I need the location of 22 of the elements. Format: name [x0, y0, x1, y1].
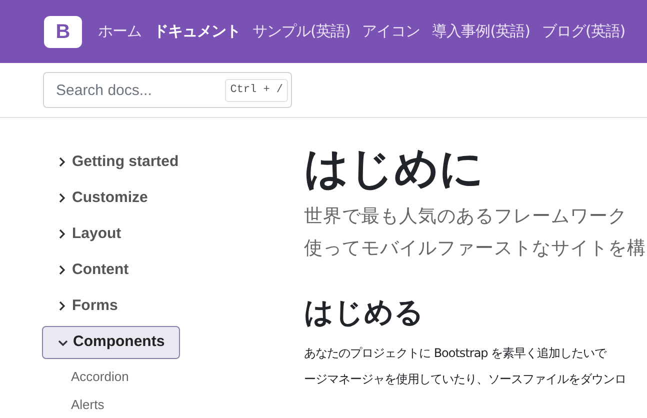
- nav-link[interactable]: ブログ(英語): [542, 20, 626, 43]
- nav-link[interactable]: ドキュメント: [154, 20, 240, 43]
- logo[interactable]: B: [44, 16, 82, 48]
- sidebar-item[interactable]: Forms: [42, 294, 132, 318]
- nav-link[interactable]: ホーム: [98, 20, 142, 43]
- sidebar-item[interactable]: Customize: [42, 186, 162, 210]
- sidebar-subitem[interactable]: Accordion: [42, 367, 262, 386]
- sidebar-item[interactable]: Components: [42, 326, 180, 359]
- sidebar-item[interactable]: Content: [42, 258, 143, 282]
- nav-link[interactable]: サンプル(英語): [252, 20, 350, 43]
- nav-link[interactable]: 導入事例(英語): [432, 20, 530, 43]
- sidebar-item[interactable]: Layout: [42, 222, 136, 246]
- keyboard-shortcut: Ctrl + /: [225, 79, 288, 102]
- page-title: はじめに: [304, 144, 485, 195]
- lead-text: 世界で最も人気のあるフレームワーク: [304, 204, 628, 229]
- nav-link[interactable]: アイコン: [362, 20, 420, 43]
- section-heading: はじめる: [304, 294, 425, 331]
- paragraph-text: ージマネージャを使用していたり、ソースファイルをダウンロ: [304, 371, 627, 388]
- paragraph-text: あなたのプロジェクトに Bootstrap を素早く追加したいで: [304, 345, 608, 362]
- sidebar-item[interactable]: Getting started: [42, 150, 193, 174]
- sidebar-subitem[interactable]: Alerts: [42, 394, 262, 414]
- lead-text: 使ってモバイルファーストなサイトを構: [304, 236, 646, 261]
